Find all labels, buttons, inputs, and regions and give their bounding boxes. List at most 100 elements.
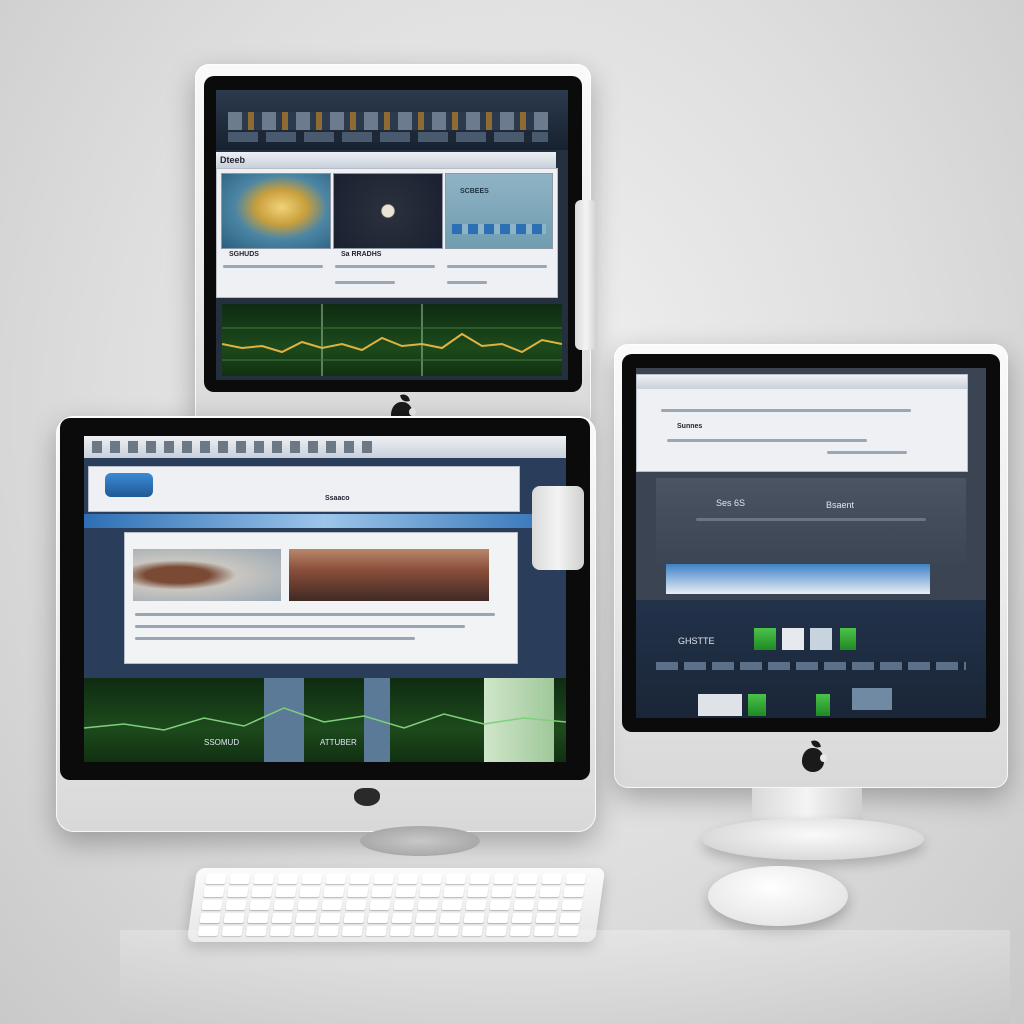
keyboard-key[interactable] bbox=[343, 913, 365, 923]
keyboard-key[interactable] bbox=[391, 913, 413, 923]
keyboard-key[interactable] bbox=[273, 900, 295, 910]
row-line bbox=[335, 281, 395, 284]
middle-text-2: Bsaent bbox=[826, 500, 855, 510]
keyboard-key[interactable] bbox=[295, 913, 317, 923]
photo-1[interactable] bbox=[133, 549, 281, 601]
keyboard-key[interactable] bbox=[559, 913, 581, 923]
photo-2[interactable] bbox=[289, 549, 489, 601]
keyboard-key[interactable] bbox=[369, 900, 391, 910]
keyboard-key[interactable] bbox=[492, 874, 515, 884]
keyboard-key[interactable] bbox=[564, 874, 587, 884]
keyboard-key[interactable] bbox=[249, 900, 271, 910]
keyboard-key[interactable] bbox=[275, 887, 297, 897]
green-tile[interactable] bbox=[816, 694, 830, 716]
top-monitor: Dteeb SGHUDS Sa RRADHS SCBEES bbox=[195, 64, 591, 428]
keyboard-key[interactable] bbox=[372, 874, 395, 884]
keyboard-key[interactable] bbox=[276, 874, 299, 884]
right-monitor-bezel: Sunnes Ses 6S Bsaent GHSTTE bbox=[622, 354, 1000, 732]
keyboard-key[interactable] bbox=[297, 900, 319, 910]
green-tile[interactable] bbox=[840, 628, 856, 650]
keyboard-key[interactable] bbox=[393, 900, 415, 910]
keyboard-key[interactable] bbox=[535, 913, 557, 923]
keyboard-key[interactable] bbox=[443, 887, 465, 897]
keyboard-key[interactable] bbox=[465, 900, 487, 910]
keyboard-key[interactable] bbox=[199, 913, 221, 923]
keyboard-key[interactable] bbox=[563, 887, 585, 897]
mouse[interactable] bbox=[708, 866, 848, 926]
keyboard-key[interactable] bbox=[225, 900, 247, 910]
keyboard-key[interactable] bbox=[511, 913, 533, 923]
green-tile[interactable] bbox=[754, 628, 776, 650]
keyboard-key[interactable] bbox=[228, 874, 251, 884]
keyboard-key[interactable] bbox=[204, 874, 227, 884]
row-line bbox=[661, 409, 911, 412]
toolbar-strip bbox=[228, 112, 548, 130]
keyboard-key[interactable] bbox=[419, 887, 441, 897]
keyboard-key[interactable] bbox=[441, 900, 463, 910]
keyboard-key[interactable] bbox=[227, 887, 249, 897]
grey-tile[interactable] bbox=[698, 694, 742, 716]
top-window[interactable]: Sunnes bbox=[636, 374, 968, 472]
keyboard-key[interactable] bbox=[491, 887, 513, 897]
chart-panel bbox=[222, 304, 562, 376]
blue-strip bbox=[666, 564, 930, 594]
keyboard-key[interactable] bbox=[561, 900, 583, 910]
keyboard-key[interactable] bbox=[487, 913, 509, 923]
keyboard-key[interactable] bbox=[324, 874, 347, 884]
keyboard-key[interactable] bbox=[515, 887, 537, 897]
keyboard-key[interactable] bbox=[223, 913, 245, 923]
back-window[interactable]: Ssaaco bbox=[88, 466, 520, 512]
media-tile-2[interactable] bbox=[333, 173, 443, 249]
keyboard-key[interactable] bbox=[203, 887, 225, 897]
row-line bbox=[667, 439, 867, 442]
keyboard-key[interactable] bbox=[348, 874, 371, 884]
keyboard-key[interactable] bbox=[321, 900, 343, 910]
keyboard-key[interactable] bbox=[395, 887, 417, 897]
keyboard-key[interactable] bbox=[247, 913, 269, 923]
keyboard-key[interactable] bbox=[271, 913, 293, 923]
desk-reflection bbox=[120, 930, 1010, 1024]
keyboard-key[interactable] bbox=[251, 887, 273, 897]
keyboard-key[interactable] bbox=[540, 874, 563, 884]
keyboard-key[interactable] bbox=[516, 874, 539, 884]
keyboard-key[interactable] bbox=[444, 874, 467, 884]
media-tile-1[interactable] bbox=[221, 173, 331, 249]
keyboard-key[interactable] bbox=[347, 887, 369, 897]
keyboard-key[interactable] bbox=[201, 900, 223, 910]
grey-tile[interactable] bbox=[852, 688, 892, 710]
left-monitor-logo bbox=[354, 788, 380, 806]
left-monitor-stand bbox=[532, 486, 584, 570]
content-panel: SGHUDS Sa RRADHS SCBEES bbox=[216, 168, 558, 298]
keyboard-key[interactable] bbox=[252, 874, 275, 884]
keyboard-key[interactable] bbox=[300, 874, 323, 884]
keyboard-key[interactable] bbox=[463, 913, 485, 923]
keyboard-key[interactable] bbox=[396, 874, 419, 884]
keyboard-key[interactable] bbox=[439, 913, 461, 923]
window-titlebar[interactable]: Dteeb bbox=[216, 152, 556, 168]
keyboard-key[interactable] bbox=[539, 887, 561, 897]
media-tile-3[interactable]: SCBEES bbox=[445, 173, 553, 249]
row-line bbox=[827, 451, 907, 454]
keyboard-key[interactable] bbox=[345, 900, 367, 910]
keyboard-key[interactable] bbox=[537, 900, 559, 910]
toolbar-buttons[interactable] bbox=[92, 441, 372, 453]
keyboard-key[interactable] bbox=[513, 900, 535, 910]
keyboard-key[interactable] bbox=[467, 887, 489, 897]
bottom-panel: GHSTTE bbox=[636, 600, 986, 718]
keyboard-key[interactable] bbox=[323, 887, 345, 897]
white-tile[interactable] bbox=[782, 628, 804, 650]
keyboard-key[interactable] bbox=[417, 900, 439, 910]
browser-toolbar bbox=[84, 436, 566, 458]
keyboard-key[interactable] bbox=[367, 913, 389, 923]
keyboard-key[interactable] bbox=[299, 887, 321, 897]
keyboard-key[interactable] bbox=[420, 874, 443, 884]
keyboard-key[interactable] bbox=[468, 874, 491, 884]
front-window[interactable] bbox=[124, 532, 518, 664]
white-tile[interactable] bbox=[810, 628, 832, 650]
keyboard-key[interactable] bbox=[489, 900, 511, 910]
keyboard-key[interactable] bbox=[371, 887, 393, 897]
keyboard-key[interactable] bbox=[415, 913, 437, 923]
keyboard-key[interactable] bbox=[319, 913, 341, 923]
top-window-bar bbox=[637, 375, 967, 389]
green-tile[interactable] bbox=[748, 694, 766, 716]
